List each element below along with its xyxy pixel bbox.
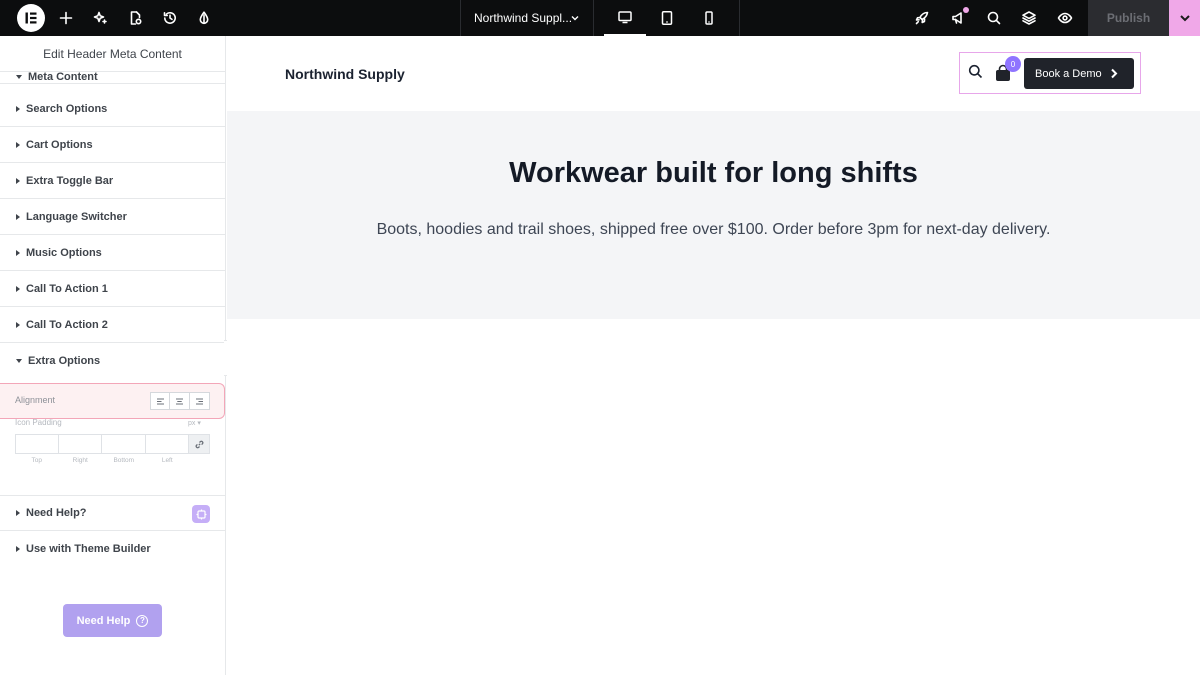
- align-left-icon[interactable]: [150, 392, 170, 410]
- section-call-to-action-2[interactable]: Call To Action 2: [0, 307, 225, 343]
- elementor-logo-icon[interactable]: [17, 4, 45, 32]
- caret-right-icon: [16, 510, 20, 516]
- section-extra-options[interactable]: Extra Options: [0, 343, 225, 379]
- icon-padding-inputs: [15, 434, 210, 454]
- padding-captions: Top Right Bottom Left: [15, 457, 189, 464]
- alignment-control: Alignment: [0, 383, 225, 419]
- desktop-icon[interactable]: [604, 0, 646, 36]
- section-call-to-action-1[interactable]: Call To Action 1: [0, 271, 225, 307]
- caret-right-icon: [16, 249, 20, 256]
- align-right-icon[interactable]: [190, 392, 210, 410]
- padding-bottom-input[interactable]: [102, 434, 146, 454]
- document-title-dropdown[interactable]: Northwind Suppl...: [460, 0, 594, 36]
- book-demo-button[interactable]: Book a Demo: [1024, 58, 1134, 89]
- publish-options-chevron-down-icon[interactable]: [1169, 0, 1200, 36]
- section-search-options[interactable]: Search Options: [0, 91, 225, 127]
- tablet-icon[interactable]: [646, 0, 688, 36]
- padding-caption-right: Right: [72, 457, 88, 464]
- caret-right-icon: [16, 177, 20, 184]
- icon-padding-unit-select[interactable]: px ▾: [188, 419, 201, 427]
- alignment-label: Alignment: [15, 395, 56, 405]
- section-extra-toggle-bar[interactable]: Extra Toggle Bar: [0, 163, 225, 199]
- header-meta-widget[interactable]: 0 Book a Demo: [959, 52, 1141, 94]
- layers-icon[interactable]: [1017, 6, 1041, 30]
- caret-right-icon: [16, 321, 20, 328]
- site-brand[interactable]: Northwind Supply: [285, 66, 405, 82]
- link-icon[interactable]: [189, 434, 210, 454]
- caret-right-icon: [16, 213, 20, 220]
- chevron-right-icon: [1111, 68, 1118, 79]
- page-settings-icon[interactable]: [123, 6, 147, 30]
- sparkle-icon[interactable]: [88, 6, 112, 30]
- panel-sections: Meta Content Search Options Cart Options…: [0, 71, 225, 672]
- page-canvas: Northwind Supply 0 Book a Demo Workwear …: [227, 36, 1200, 675]
- padding-left-input[interactable]: [145, 434, 190, 454]
- rocket-icon[interactable]: [910, 6, 934, 30]
- padding-right-input[interactable]: [58, 434, 103, 454]
- caret-right-icon: [16, 105, 20, 112]
- caret-right-icon: [16, 546, 20, 552]
- editor-topbar: Northwind Suppl... Publish: [0, 0, 1200, 36]
- hero-title: Workwear built for long shifts: [509, 157, 918, 189]
- chevron-down-icon: [570, 12, 580, 26]
- alignment-button-group: [150, 392, 210, 410]
- cart-count-badge: 0: [1005, 56, 1021, 72]
- icon-padding-label: Icon Padding: [15, 418, 62, 427]
- help-ai-icon[interactable]: [192, 505, 210, 523]
- site-header: Northwind Supply 0 Book a Demo: [227, 36, 1200, 111]
- notification-dot: [963, 7, 969, 13]
- section-cart-options[interactable]: Cart Options: [0, 127, 225, 163]
- widget-settings-panel: Edit Header Meta Content Meta Content Se…: [0, 36, 226, 675]
- padding-caption-left: Left: [161, 457, 173, 464]
- history-icon[interactable]: [158, 6, 182, 30]
- need-help-button[interactable]: Need Help ?: [63, 604, 162, 637]
- section-meta-content[interactable]: Meta Content: [0, 58, 225, 84]
- caret-right-icon: [16, 141, 20, 148]
- help-circle-icon: ?: [136, 614, 149, 627]
- publish-button[interactable]: Publish: [1088, 0, 1169, 36]
- hero-subtitle: Boots, hoodies and trail shoes, shipped …: [376, 221, 1051, 238]
- section-music-options[interactable]: Music Options: [0, 235, 225, 271]
- color-drop-icon[interactable]: [192, 6, 216, 30]
- section-theme-builder[interactable]: Use with Theme Builder: [0, 531, 225, 567]
- search-icon[interactable]: [982, 6, 1006, 30]
- padding-top-input[interactable]: [15, 434, 59, 454]
- align-center-icon[interactable]: [170, 392, 190, 410]
- caret-down-icon: [16, 74, 22, 79]
- padding-caption-top: Top: [31, 457, 42, 464]
- plus-icon[interactable]: [54, 6, 78, 30]
- caret-down-icon: [16, 359, 22, 363]
- section-language-switcher[interactable]: Language Switcher: [0, 199, 225, 235]
- eye-icon[interactable]: [1053, 6, 1077, 30]
- responsive-device-switcher: [594, 0, 740, 36]
- mobile-icon[interactable]: [688, 0, 730, 36]
- search-icon[interactable]: [968, 64, 983, 84]
- caret-right-icon: [16, 285, 20, 292]
- hero-section: Workwear built for long shifts Boots, ho…: [227, 111, 1200, 319]
- document-title: Northwind Suppl...: [474, 11, 573, 25]
- padding-caption-bottom: Bottom: [113, 457, 135, 464]
